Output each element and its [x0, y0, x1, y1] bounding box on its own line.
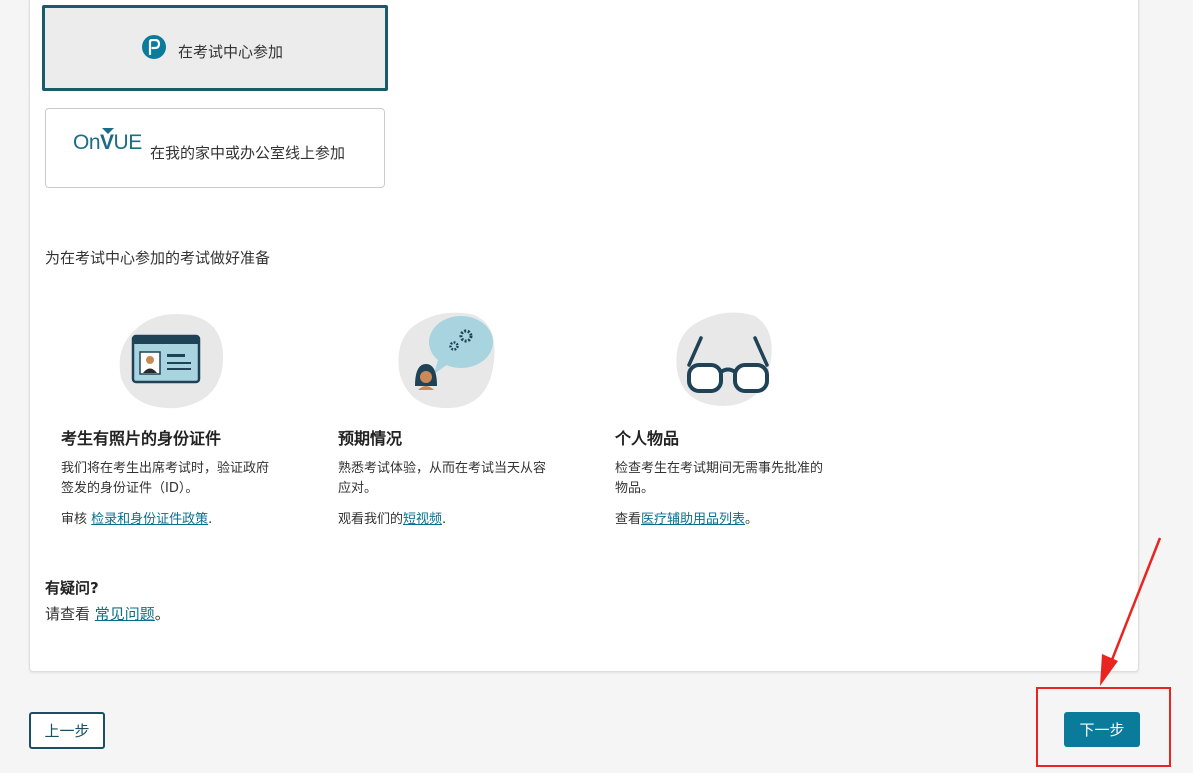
id-policy-link[interactable]: 检录和身份证件政策: [91, 512, 208, 527]
onvue-logo: OnVUE: [73, 131, 142, 154]
option-online-label: 在我的家中或办公室线上参加: [150, 144, 346, 162]
prep-link-line: 查看医疗辅助用品列表。: [615, 512, 759, 527]
option-test-center-label: 在考试中心参加: [178, 43, 284, 61]
prep-title: 考生有照片的身份证件: [61, 429, 222, 448]
prep-link-line: 观看我们的短视频.: [338, 512, 447, 527]
prep-title: 预期情况: [338, 429, 403, 448]
prep-heading: 为在考试中心参加的考试做好准备: [45, 249, 271, 267]
next-button[interactable]: 下一步: [1064, 712, 1140, 747]
prep-desc: 我们将在考生出席考试时，验证政府签发的身份证件（ID）。: [61, 461, 270, 496]
prep-link-line: 审核 检录和身份证件政策.: [61, 512, 213, 527]
prep-desc: 熟悉考试体验，从而在考试当天从容应对。: [338, 461, 547, 496]
prep-title: 个人物品: [615, 429, 680, 448]
id-card-icon: [115, 310, 225, 410]
glasses-icon: [673, 310, 783, 410]
pearson-p-icon: [142, 35, 166, 59]
faq-title: 有疑问?: [45, 579, 99, 597]
option-online[interactable]: OnVUE 在我的家中或办公室线上参加: [45, 108, 385, 188]
person-thinking-icon: [396, 310, 506, 410]
short-video-link[interactable]: 短视频: [403, 512, 442, 527]
option-test-center[interactable]: 在考试中心参加: [42, 5, 388, 91]
medical-aids-link[interactable]: 医疗辅助用品列表: [641, 512, 745, 527]
prev-button[interactable]: 上一步: [29, 712, 105, 749]
faq-line: 请查看 常见问题。: [45, 605, 170, 623]
prep-desc: 检查考生在考试期间无需事先批准的物品。: [615, 461, 824, 496]
faq-link[interactable]: 常见问题: [95, 605, 155, 623]
